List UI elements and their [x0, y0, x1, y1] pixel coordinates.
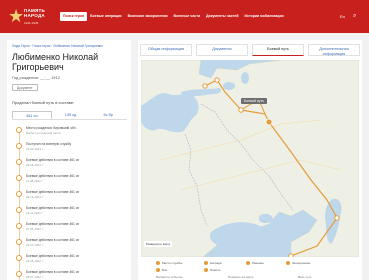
person-name: Любименко Николай Григорьевич	[12, 52, 99, 72]
event-marker-icon	[16, 191, 22, 197]
timeline-event[interactable]: Место рождения: Кировский обл. Выбыл из …	[16, 126, 126, 142]
burial-icon	[286, 261, 290, 265]
unit-tab-461[interactable]: 461 сп	[12, 111, 52, 119]
timeline-event[interactable]: Боевые действия в составе 461 сп 24.03.1…	[16, 238, 126, 254]
legend-footer-show[interactable]: Показать на карте	[228, 275, 253, 279]
event-detail: 02.10.1941 г.	[26, 195, 44, 199]
timeline-event[interactable]: Боевые действия в составе 461 сп 15.05.1…	[16, 254, 126, 270]
site-logo[interactable]: ★ ПАМЯТЬ НАРОДА 1941-1945	[8, 6, 54, 28]
legend-item: Захоронение	[286, 261, 310, 265]
event-detail: 08.07.1942 г.	[26, 275, 44, 279]
document-tag[interactable]: Документ	[12, 84, 38, 91]
memory-icon	[204, 268, 208, 272]
star-icon: ★	[8, 6, 25, 26]
map-callout: Боевой путь	[241, 98, 267, 104]
event-title: Боевые действия в составе 461 сп	[26, 158, 80, 162]
lake	[223, 82, 235, 90]
event-detail: 11.08.1941 г.	[26, 179, 44, 183]
timeline-event[interactable]: Боевые действия в составе 461 сп 02.10.1…	[16, 190, 126, 206]
event-title: Боевые действия в составе 461 сп	[26, 238, 80, 242]
tab-documents[interactable]: Документы	[196, 44, 248, 56]
event-detail: 25.06.1941 г.	[26, 163, 44, 167]
event-marker-icon	[16, 159, 22, 165]
event-marker-icon	[16, 143, 22, 149]
event-detail: Выбыл из военной части	[26, 131, 61, 135]
timeline-event[interactable]: Боевые действия в составе 461 сп 19.11.1…	[16, 206, 126, 222]
language-switch[interactable]: En	[340, 12, 345, 21]
award-icon	[204, 261, 208, 265]
tab-additional-info[interactable]: Дополнительная информация	[308, 44, 360, 56]
event-title: Поступил на военную службу	[26, 142, 72, 146]
event-title: Боевые действия в составе 461 сп	[26, 222, 80, 226]
nav-item-burials[interactable]: Воинские захоронения	[125, 12, 171, 21]
legend-item: Ранение	[246, 261, 264, 265]
timeline-event[interactable]: Боевые действия в составе 461 сп 08.07.1…	[16, 270, 126, 280]
timeline-event[interactable]: Боевые действия в составе 461 сп 07.01.1…	[16, 222, 126, 238]
content-tabs: Общая информация Документы Боевой путь Д…	[138, 44, 362, 56]
event-title: Боевые действия в составе 461 сп	[26, 270, 80, 274]
event-title: Место рождения: Кировский обл.	[26, 126, 77, 130]
wound-icon	[246, 261, 250, 265]
nav-item-units[interactable]: Военные части	[171, 12, 204, 21]
route-marker-icon[interactable]	[265, 118, 273, 126]
logo-line2: НАРОДА	[24, 13, 45, 18]
event-detail: 07.01.1942 г.	[26, 227, 44, 231]
nav-item-mobilization[interactable]: Истории мобилизации	[241, 12, 286, 21]
legend-item: Награда	[204, 261, 222, 265]
event-title: Боевые действия в составе 461 сп	[26, 190, 80, 194]
route-marker-icon[interactable]	[334, 215, 340, 221]
event-title: Боевые действия в составе 461 сп	[26, 174, 80, 178]
battle-icon	[156, 268, 160, 272]
main-nav: Поиск героя Боевые операции Воинские зах…	[60, 12, 287, 21]
logo-sub: 1941-1945	[24, 21, 39, 25]
person-panel: Люди-Герои · Поиск героя · Любименко Ник…	[7, 40, 131, 280]
event-detail: 24.03.1942 г.	[26, 243, 44, 247]
timeline-event[interactable]: Боевые действия в составе 461 сп 11.08.1…	[16, 174, 126, 190]
route-marker-icon[interactable]	[214, 77, 220, 83]
route-marker-icon[interactable]	[238, 107, 244, 113]
service-icon	[156, 261, 160, 265]
event-marker-icon	[16, 175, 22, 181]
nav-item-hero-search[interactable]: Поиск героя	[60, 12, 88, 21]
event-marker-icon	[16, 207, 22, 213]
nav-item-operations[interactable]: Боевые операции	[87, 12, 124, 21]
tab-combat-route[interactable]: Боевой путь	[252, 44, 304, 56]
timeline-event[interactable]: Поступил на военную службу 13.04.1941 г.	[16, 142, 126, 158]
event-marker-icon	[16, 239, 22, 245]
nav-item-unit-docs[interactable]: Документы частей	[203, 12, 241, 21]
event-detail: 15.05.1942 г.	[26, 259, 44, 263]
event-title: Боевые действия в составе 461 сп	[26, 254, 80, 258]
event-marker-icon	[16, 255, 22, 261]
route-heading: Проделал боевой путь в составе:	[12, 100, 75, 105]
route-map[interactable]: Боевой путь Развернуть карту	[141, 60, 359, 257]
search-icon[interactable]: ⌕	[353, 12, 356, 21]
birth-date: Год рождения: __.__.1912	[12, 75, 60, 80]
expand-map-button[interactable]: Развернуть карту	[144, 241, 173, 247]
unit-tab-5c[interactable]: 5с бр	[89, 111, 127, 119]
lake	[241, 72, 249, 84]
event-detail: 13.04.1941 г.	[26, 147, 44, 151]
event-marker-icon	[16, 223, 22, 229]
route-marker-icon[interactable]	[202, 83, 208, 89]
unit-tab-139[interactable]: 139 сд	[52, 111, 90, 119]
event-detail: 19.11.1941 г.	[26, 211, 44, 215]
event-marker-icon	[16, 127, 22, 133]
legend-footer-select[interactable]: Выберите событие	[156, 275, 183, 279]
route-marker-icon[interactable]	[288, 253, 294, 257]
legend-item: Место службы	[156, 261, 182, 265]
content-panel: Общая информация Документы Боевой путь Д…	[138, 40, 362, 280]
timeline-event[interactable]: Боевые действия в составе 461 сп 25.06.1…	[16, 158, 126, 174]
event-title: Боевые действия в составе 461 сп	[26, 206, 80, 210]
tab-general-info[interactable]: Общая информация	[140, 44, 192, 56]
legend-item: Бои	[156, 268, 167, 272]
map-legend: Место службы Награда Ранение Захоронение…	[138, 260, 362, 280]
unit-tabs: 461 сп 139 сд 5с бр	[12, 111, 127, 120]
legend-footer-all[interactable]: Весь путь	[298, 275, 312, 279]
legend-item: Память	[204, 268, 220, 272]
top-bar: ★ ПАМЯТЬ НАРОДА 1941-1945 Поиск героя Бо…	[0, 0, 369, 33]
breadcrumb[interactable]: Люди-Герои · Поиск героя · Любименко Ник…	[12, 44, 103, 48]
event-marker-icon	[16, 271, 22, 277]
map-canvas	[141, 60, 359, 257]
